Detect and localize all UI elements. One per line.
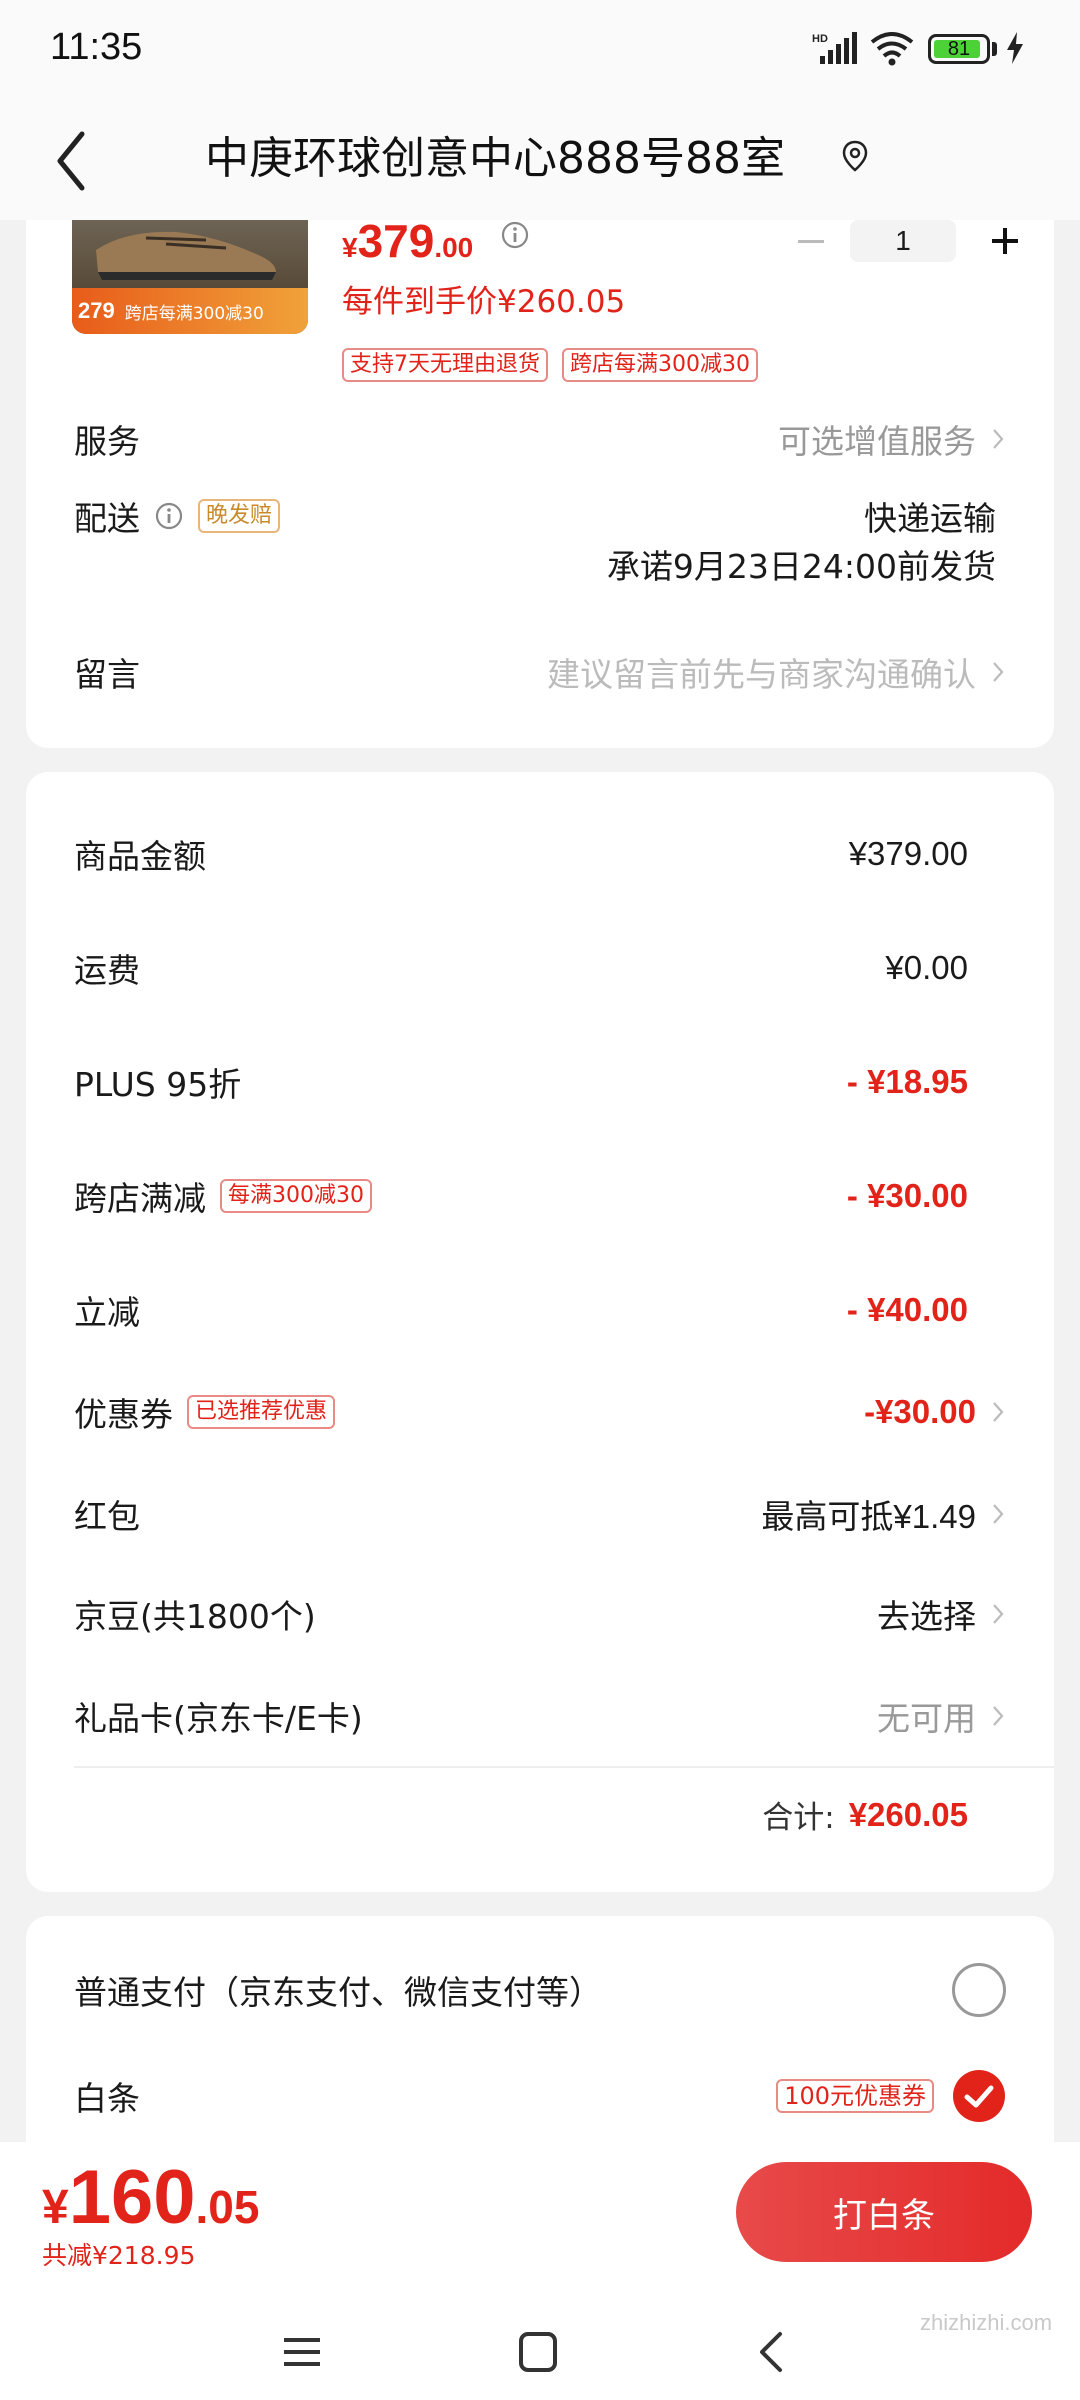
watermark: zhizhizhi.com: [920, 2310, 1053, 2335]
coupon-row[interactable]: 优惠券 已选推荐优惠 -¥30.00: [74, 1382, 1006, 1442]
checkout-bottom-bar: ¥160.05 共减¥218.95 打白条: [0, 2142, 1080, 2400]
address-header: 中庚环球创意中心888号88室: [0, 100, 1080, 220]
instant-discount-label: 立减: [74, 1293, 140, 1332]
location-pin-icon: [842, 140, 868, 172]
plus-discount-row: PLUS 95折 - ¥18.95: [74, 1052, 1006, 1112]
unit-price: 每件到手价¥260.05: [342, 284, 626, 320]
cross-store-discount-row: 跨店满减 每满300减30 - ¥30.00: [74, 1166, 1006, 1226]
baitiao-coupon-tag: 100元优惠券: [776, 2079, 934, 2113]
delivery-address-title[interactable]: 中庚环球创意中心888号88室: [205, 122, 785, 186]
goods-amount-label: 商品金额: [74, 837, 206, 876]
shipping-row: 运费 ¥0.00: [74, 938, 1006, 998]
red-packet-row[interactable]: 红包 最高可抵¥1.49: [74, 1484, 1006, 1544]
gift-card-value: 无可用: [877, 1700, 976, 1737]
home-icon[interactable]: [518, 2330, 558, 2374]
pay-with-baitiao-button[interactable]: 打白条: [736, 2162, 1032, 2262]
menu-icon[interactable]: [282, 2332, 322, 2372]
banner-price: 279: [78, 298, 115, 323]
total-savings: 共减¥218.95: [42, 2241, 196, 2270]
status-bar: 11:35 HD 81: [0, 0, 1080, 100]
message-row[interactable]: 留言 建议留言前先与商家沟通确认: [74, 642, 1006, 702]
total-row: 合计: ¥260.05: [762, 1792, 968, 1837]
instant-discount-row: 立减 - ¥40.00: [74, 1280, 1006, 1340]
return-policy-tag: 支持7天无理由退货: [342, 348, 548, 382]
cross-store-value: - ¥30.00: [846, 1177, 968, 1214]
delivery-method: 快递运输: [864, 500, 996, 537]
baitiao-label: 白条: [74, 2079, 140, 2118]
increase-quantity-button[interactable]: [990, 226, 1020, 256]
message-label: 留言: [74, 655, 140, 694]
summary-divider: [74, 1766, 1054, 1768]
red-packet-value: 最高可抵¥1.49: [761, 1498, 976, 1535]
product-price: ¥379.00: [342, 215, 474, 267]
status-time: 11:35: [50, 26, 143, 68]
charging-icon: [1007, 32, 1023, 64]
service-row[interactable]: 服务 可选增值服务: [74, 409, 1006, 469]
chevron-right-icon: [993, 1706, 1004, 1726]
hd-label: HD: [812, 33, 828, 45]
chevron-right-icon: [993, 1504, 1004, 1524]
service-label: 服务: [74, 422, 140, 461]
plus-discount-value: - ¥18.95: [846, 1063, 968, 1100]
baitiao-payment-option[interactable]: 白条 100元优惠券: [74, 2066, 1006, 2126]
delivery-label: 配送: [74, 499, 140, 538]
quantity-stepper: 1: [796, 220, 1036, 262]
wifi-icon: [870, 32, 914, 66]
chevron-right-icon: [993, 429, 1004, 449]
jingdou-label: 京豆(共1800个): [74, 1597, 316, 1636]
shipping-label: 运费: [74, 951, 140, 990]
signal-icon: HD: [812, 32, 857, 64]
back-icon[interactable]: [756, 2330, 786, 2374]
chevron-right-icon: [993, 662, 1004, 682]
jingdou-row[interactable]: 京豆(共1800个) 去选择: [74, 1584, 1006, 1644]
order-item-card: 279 跨店每满300减30 ¥379.00 1 每件到手价¥260.05 支持…: [26, 215, 1054, 748]
goods-amount-value: ¥379.00: [848, 835, 968, 872]
baitiao-selected-check-icon[interactable]: [952, 2069, 1006, 2123]
chevron-right-icon: [993, 1402, 1004, 1422]
red-packet-label: 红包: [74, 1497, 140, 1536]
banner-strip: 279 跨店每满300减30: [72, 288, 308, 334]
late-delivery-badge: 晚发赔: [198, 499, 281, 533]
total-value: ¥260.05: [848, 1795, 968, 1833]
price-info-icon[interactable]: [500, 220, 530, 250]
instant-discount-value: - ¥40.00: [846, 1291, 968, 1328]
banner-promo: 跨店每满300减30: [124, 303, 264, 324]
plus-discount-label: PLUS 95折: [74, 1065, 242, 1104]
delivery-info-icon[interactable]: [154, 501, 184, 531]
payment-method-card: 普通支付（京东支付、微信支付等） 白条 100元优惠券: [26, 1916, 1054, 2176]
decrease-quantity-button[interactable]: [796, 228, 826, 254]
price-summary-card: 商品金额 ¥379.00 运费 ¥0.00 PLUS 95折 - ¥18.95 …: [26, 772, 1054, 1892]
product-image[interactable]: 279 跨店每满300减30: [72, 220, 308, 334]
normal-payment-option[interactable]: 普通支付（京东支付、微信支付等）: [74, 1960, 1006, 2020]
shoe-illustration: [96, 231, 276, 280]
quantity-field[interactable]: 1: [850, 220, 956, 262]
battery-level: 81: [947, 38, 971, 60]
jingdou-value: 去选择: [877, 1598, 976, 1635]
goods-amount-row: 商品金额 ¥379.00: [74, 824, 1006, 884]
gift-card-label: 礼品卡(京东卡/E卡): [74, 1699, 363, 1738]
delivery-promise: 承诺9月23日24:00前发货: [606, 547, 996, 586]
battery-icon: 81: [928, 34, 990, 64]
message-placeholder: 建议留言前先与商家沟通确认: [547, 656, 976, 693]
cross-store-label: 跨店满减: [74, 1179, 206, 1218]
gift-card-row[interactable]: 礼品卡(京东卡/E卡) 无可用: [74, 1686, 1006, 1746]
promo-tag: 跨店每满300减30: [562, 348, 758, 382]
cross-store-tag: 每满300减30: [220, 1179, 372, 1213]
coupon-value: -¥30.00: [864, 1393, 976, 1430]
normal-payment-radio[interactable]: [952, 1963, 1006, 2017]
delivery-row: 配送 晚发赔 快递运输: [74, 486, 1006, 546]
normal-payment-label: 普通支付（京东支付、微信支付等）: [74, 1973, 602, 2012]
chevron-right-icon: [993, 1604, 1004, 1624]
back-arrow-icon[interactable]: [52, 126, 92, 196]
total-label: 合计:: [762, 1800, 835, 1836]
product-tags: 支持7天无理由退货 跨店每满300减30: [342, 348, 758, 382]
system-nav-bar: [0, 2292, 1080, 2400]
coupon-label: 优惠券: [74, 1395, 173, 1434]
shipping-value: ¥0.00: [885, 949, 968, 986]
final-price: ¥160.05: [42, 2155, 260, 2240]
coupon-tag: 已选推荐优惠: [187, 1395, 336, 1429]
service-value: 可选增值服务: [778, 423, 976, 460]
